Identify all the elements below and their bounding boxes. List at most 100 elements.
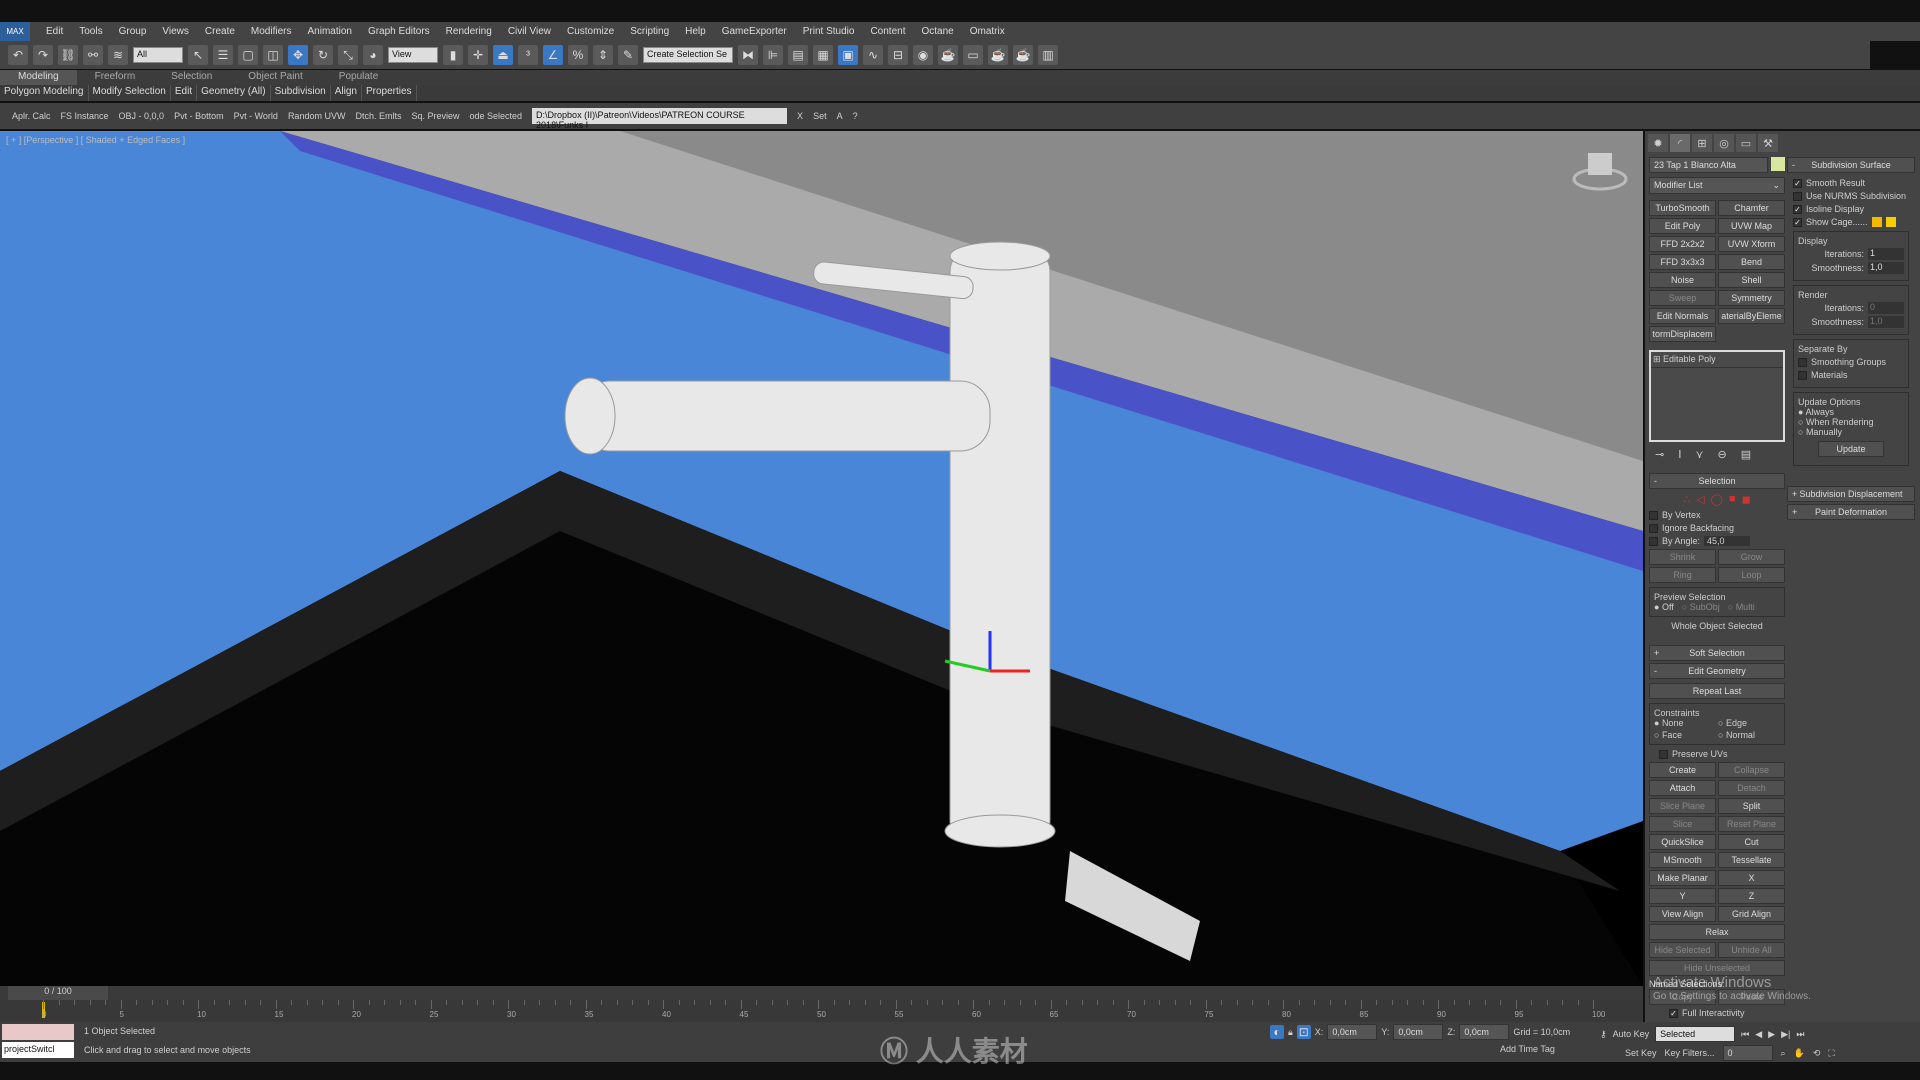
menu-content[interactable]: Content [862,26,913,37]
window-crossing-icon[interactable]: ◫ [263,45,283,65]
utilities-tab-icon[interactable]: ⚒ [1758,134,1778,152]
make-unique-icon[interactable]: ⋎ [1695,448,1703,461]
maximize-viewport-icon[interactable]: ⛶ [1828,1048,1834,1059]
ribbon-tab-modeling[interactable]: Modeling [0,70,77,85]
render-setup-icon[interactable]: ☕ [938,45,958,65]
angle-snap-icon[interactable]: ∠ [543,45,563,65]
script-button[interactable]: OBJ - 0,0,0 [119,111,165,121]
render-window-icon[interactable]: ▥ [1038,45,1058,65]
ribbon-group-4[interactable]: Subdivision [271,85,331,101]
place-icon[interactable]: ◕ [363,45,383,65]
rendered-frame-icon[interactable]: ▭ [963,45,983,65]
script-button[interactable]: ode Selected [470,111,523,121]
create-tab-icon[interactable]: ✹ [1648,134,1668,152]
modifier-button[interactable]: Edit Normals [1649,308,1716,324]
key-icon[interactable]: ⚷ [1600,1029,1607,1040]
tessellate-button[interactable]: Tessellate [1718,852,1785,868]
modifier-button[interactable]: tormDisplacem [1649,326,1716,342]
modifier-list-dropdown[interactable]: Modifier List ⌄ [1649,177,1785,194]
attach-button[interactable]: Attach [1649,780,1716,796]
x-coordinate[interactable]: 0,0cm [1327,1024,1378,1040]
loop-button[interactable]: Loop [1718,567,1785,583]
select-by-name-icon[interactable]: ☰ [213,45,233,65]
subdivision-surface-rollout-header[interactable]: - Subdivision Surface [1787,157,1915,173]
render-icon[interactable]: ☕ [988,45,1008,65]
angle-spinner[interactable]: 45,0 [1704,536,1751,546]
orbit-icon[interactable]: ⟲ [1813,1048,1821,1059]
modifier-button[interactable]: Chamfer [1718,200,1785,216]
ribbon-tab-object-paint[interactable]: Object Paint [230,70,320,85]
menu-omatrix[interactable]: Omatrix [962,26,1013,37]
modifier-button[interactable]: Symmetry [1718,290,1785,306]
modifier-button[interactable]: FFD 2x2x2 [1649,236,1716,252]
script-button[interactable]: Dtch. Emlts [355,111,401,121]
menu-tools[interactable]: Tools [71,26,110,37]
update-manually-radio[interactable]: ○ Manually [1798,427,1904,437]
motion-tab-icon[interactable]: ◎ [1714,134,1734,152]
schematic-view-icon[interactable]: ⊟ [888,45,908,65]
by-vertex-checkbox[interactable]: By Vertex [1649,510,1785,520]
select-object-icon[interactable]: ↖ [188,45,208,65]
render-iterations-spinner[interactable]: 0 [1868,302,1904,314]
modifier-button[interactable]: Bend [1718,254,1785,270]
full-interactivity-checkbox[interactable]: ✓ Full Interactivity [1649,1008,1785,1018]
cage-color-swatch[interactable] [1871,217,1882,227]
configure-sets-icon[interactable]: ▤ [1741,448,1751,461]
maxscript-input[interactable]: projectSwitcl [2,1042,74,1058]
spinner-snap-icon[interactable]: ⇕ [593,45,613,65]
undo-icon[interactable]: ↶ [8,45,28,65]
vertex-icon[interactable]: ∴ [1683,493,1690,506]
current-frame-field[interactable]: 0 [1722,1045,1773,1061]
render-smoothness-spinner[interactable]: 1,0 [1868,316,1904,328]
lock-icon[interactable]: 🔒︎ [1288,1027,1293,1038]
isoline-display-checkbox[interactable]: ✓ Isoline Display [1793,204,1909,214]
auto-key-button[interactable]: Auto Key [1613,1029,1650,1039]
rect-selection-icon[interactable]: ▢ [238,45,258,65]
ribbon-group-1[interactable]: Modify Selection [89,85,171,101]
ribbon-group-2[interactable]: Edit [171,85,198,101]
set-key-button[interactable]: Set Key [1625,1048,1657,1058]
cage-selection-color-swatch[interactable] [1885,217,1896,227]
prev-frame-icon[interactable]: ◀ [1755,1029,1762,1040]
bind-spacewarp-icon[interactable]: ≋ [108,45,128,65]
named-selection-select[interactable]: Create Selection Se [643,47,733,63]
ignore-backfacing-checkbox[interactable]: Ignore Backfacing [1649,523,1785,533]
material-editor-icon[interactable]: ◉ [913,45,933,65]
show-cage-checkbox[interactable]: ✓ Show Cage...... [1793,217,1909,227]
menu-edit[interactable]: Edit [38,26,71,37]
ribbon-tab-selection[interactable]: Selection [153,70,230,85]
smoothing-groups-checkbox[interactable]: Smoothing Groups [1798,357,1904,367]
unlink-icon[interactable]: ⚯ [83,45,103,65]
remove-modifier-icon[interactable]: ⊖ [1718,448,1727,461]
set-path-button[interactable]: Set [813,111,827,121]
subdivision-displacement-rollout-header[interactable]: + Subdivision Displacement [1787,486,1915,502]
y-button[interactable]: Y [1649,888,1716,904]
ribbon-group-6[interactable]: Properties [362,85,417,101]
ribbon-group-3[interactable]: Geometry (All) [197,85,271,101]
soft-selection-rollout-header[interactable]: + Soft Selection [1649,645,1785,661]
modify-tab-icon[interactable]: ◜ [1670,134,1690,152]
track-bar[interactable]: 0 5 10 15 20 25 30 35 40 45 50 55 60 65 70 75 80 85 90 95 10… [0,1000,1643,1022]
selection-rollout-header[interactable]: - Selection [1649,473,1785,489]
create-button[interactable]: Create [1649,762,1716,778]
menu-modifiers[interactable]: Modifiers [243,26,300,37]
split-button[interactable]: Split [1718,798,1785,814]
constraint-face-radio[interactable]: ○ Face [1654,730,1716,740]
isolate-icon[interactable]: ◐ [1270,1025,1284,1039]
update-when-rendering-radio[interactable]: ○ When Rendering [1798,417,1904,427]
clear-path-button[interactable]: X [797,111,803,121]
time-slider[interactable]: 0 / 100 [0,986,1643,1000]
modifier-button[interactable]: FFD 3x3x3 [1649,254,1716,270]
preview-off-radio[interactable]: ● Off [1654,602,1674,612]
modifier-button[interactable]: Sweep [1649,290,1716,306]
rotate-icon[interactable]: ↻ [313,45,333,65]
constraint-none-radio[interactable]: ● None [1654,718,1716,728]
constraint-normal-radio[interactable]: ○ Normal [1718,730,1780,740]
expand-icon[interactable]: ⊞ [1653,354,1663,364]
view-align-button[interactable]: View Align [1649,906,1716,922]
a-button[interactable]: A [837,111,843,121]
menu-octane[interactable]: Octane [913,26,961,37]
update-always-radio[interactable]: ● Always [1798,407,1904,417]
stack-item-editable-poly[interactable]: ⊞ Editable Poly [1651,352,1783,368]
preview-subobj-radio[interactable]: ○ SubObj [1682,602,1720,612]
